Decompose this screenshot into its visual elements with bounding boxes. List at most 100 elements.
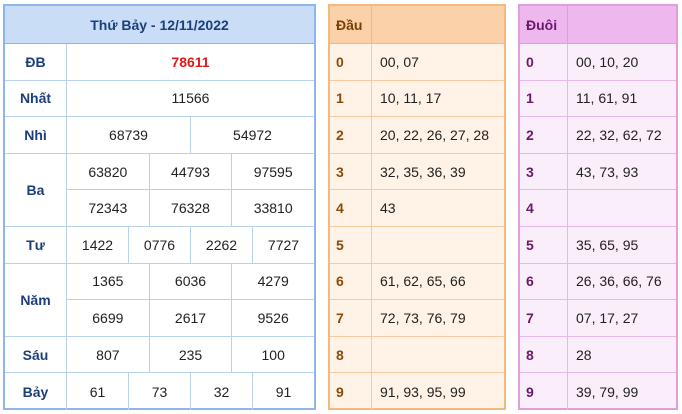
prize-number: 97595	[253, 163, 293, 180]
prize-row: Nhì 68739 54972	[5, 117, 314, 154]
dau-row: 0 00, 07	[330, 44, 504, 81]
prize-number: 91	[275, 383, 292, 400]
duoi-numbers: 22, 32, 62, 72	[576, 126, 662, 143]
dau-digit: 6	[330, 263, 372, 300]
prize-label: Nhì	[5, 117, 67, 153]
prize-row: Ba 63820 44793 97595 72343 76328 33810	[5, 153, 314, 227]
dau-header-row: Đầu	[330, 6, 504, 44]
duoi-digit: 5	[520, 226, 568, 263]
prize-number: 68739	[67, 117, 191, 153]
dau-header-values	[372, 6, 504, 43]
prize-line: 807 235 100	[67, 336, 314, 373]
dau-numbers: 20, 22, 26, 27, 28	[380, 126, 489, 143]
prize-values: 1422 0776 2262 7727	[67, 226, 314, 263]
prize-label: Ba	[5, 153, 67, 226]
duoi-digit: 1	[520, 80, 568, 117]
prize-label: Sáu	[5, 336, 67, 373]
prize-number: 1422	[67, 226, 129, 263]
duoi-numbers: 07, 17, 27	[576, 309, 639, 326]
prize-number: 100	[261, 346, 285, 363]
prize-number: 2617	[150, 300, 233, 336]
prize-number: 33810	[253, 200, 293, 217]
prize-number: 61	[67, 373, 129, 410]
prize-number: 44793	[150, 153, 233, 190]
prize-number: 76328	[150, 190, 233, 226]
prize-number: 11566	[171, 90, 210, 107]
prize-number: 1365	[67, 263, 150, 300]
prize-label: ĐB	[5, 44, 67, 80]
prize-number: 0776	[129, 226, 191, 263]
duoi-digit: 0	[520, 44, 568, 80]
dau-digit: 5	[330, 226, 372, 263]
duoi-row: 0 00, 10, 20	[520, 44, 676, 81]
prize-number: 32	[191, 373, 253, 410]
prize-number: 235	[150, 336, 233, 373]
duoi-numbers: 26, 36, 66, 76	[576, 273, 662, 290]
duoi-numbers: 39, 79, 99	[576, 383, 639, 400]
prize-values: 68739 54972	[67, 117, 314, 153]
prize-values: 78611	[67, 44, 314, 80]
dau-numbers: 00, 07	[380, 53, 419, 70]
duoi-digit: 4	[520, 190, 568, 226]
duoi-body: 0 00, 10, 20 1 11, 61, 91 2 22, 32, 62, 72 3 43…	[520, 44, 676, 410]
dau-digit: 4	[330, 190, 372, 226]
duoi-row: 2 22, 32, 62, 72	[520, 117, 676, 154]
duoi-digit: 7	[520, 300, 568, 336]
dau-row: 8	[330, 336, 504, 374]
dau-numbers: 43	[380, 200, 396, 217]
prize-line: 11566	[67, 81, 314, 117]
prize-number: 4279	[257, 273, 289, 290]
duoi-digit: 3	[520, 153, 568, 190]
prize-number: 2262	[191, 226, 253, 263]
prize-number: 54972	[233, 126, 272, 143]
dau-numbers	[372, 227, 504, 263]
prize-label: Tư	[5, 226, 67, 263]
dau-row: 5	[330, 226, 504, 264]
dau-row: 6 61, 62, 65, 66	[330, 263, 504, 301]
duoi-digit: 6	[520, 263, 568, 300]
prize-line: 61 73 32 91	[67, 373, 314, 410]
results-title: Thứ Bảy - 12/11/2022	[5, 6, 314, 44]
prize-row: Năm 1365 6036 4279 6699 2617 9526	[5, 263, 314, 337]
dau-digit: 2	[330, 117, 372, 153]
dau-row: 1 10, 11, 17	[330, 80, 504, 118]
duoi-header-row: Đuôi	[520, 6, 676, 44]
duoi-numbers: 11, 61, 91	[576, 90, 638, 107]
duoi-row: 7 07, 17, 27	[520, 300, 676, 337]
prize-label: Bảy	[5, 373, 67, 410]
prize-number: 72343	[67, 190, 150, 226]
duoi-numbers: 28	[576, 346, 592, 363]
dau-digit: 1	[330, 80, 372, 117]
duoi-row: 8 28	[520, 336, 676, 374]
prize-values: 11566	[67, 81, 314, 117]
prize-row: Bảy 61 73 32 91	[5, 373, 314, 410]
duoi-row: 3 43, 73, 93	[520, 153, 676, 191]
prize-row: Nhất 11566	[5, 80, 314, 118]
duoi-row: 1 11, 61, 91	[520, 80, 676, 118]
prize-values: 61 73 32 91	[67, 373, 314, 410]
dau-row: 7 72, 73, 76, 79	[330, 300, 504, 337]
prize-line: 1422 0776 2262 7727	[67, 226, 314, 263]
dau-body: 0 00, 07 1 10, 11, 17 2 20, 22, 26, 27, 28 3 32…	[330, 44, 504, 410]
prize-number: 9526	[257, 309, 289, 326]
prize-row: Sáu 807 235 100	[5, 336, 314, 374]
duoi-numbers	[568, 190, 676, 226]
duoi-row: 6 26, 36, 66, 76	[520, 263, 676, 301]
duoi-digit: 9	[520, 373, 568, 410]
prize-number: 6699	[67, 300, 150, 336]
prize-number: 63820	[67, 153, 150, 190]
dau-digit: 7	[330, 300, 372, 336]
prize-values: 807 235 100	[67, 336, 314, 373]
prize-number: 807	[67, 336, 150, 373]
dau-numbers	[372, 337, 504, 373]
prize-number: 73	[129, 373, 191, 410]
dau-numbers: 32, 35, 36, 39	[380, 163, 466, 180]
prize-line: 63820 44793 97595	[67, 153, 314, 191]
special-prize-number: 78611	[171, 53, 210, 70]
dau-row: 3 32, 35, 36, 39	[330, 153, 504, 191]
prize-line: 68739 54972	[67, 117, 314, 153]
dau-row: 4 43	[330, 190, 504, 227]
duoi-numbers: 00, 10, 20	[576, 53, 639, 70]
duoi-table: Đuôi 0 00, 10, 20 1 11, 61, 91 2 22, 32, 62, …	[518, 4, 678, 410]
dau-digit: 9	[330, 373, 372, 410]
